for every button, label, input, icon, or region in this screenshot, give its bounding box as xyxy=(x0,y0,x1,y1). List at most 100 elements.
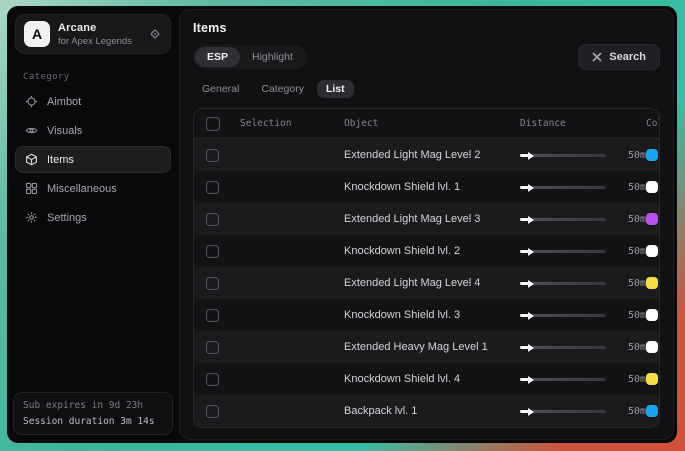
table-body: Extended Light Mag Level 2 50m Knockdown… xyxy=(194,139,659,427)
color-swatch[interactable] xyxy=(646,277,658,289)
slider-thumb[interactable] xyxy=(528,344,534,352)
distance-slider[interactable] xyxy=(520,154,606,157)
column-color: Color xyxy=(646,118,660,129)
mode-tab-esp[interactable]: ESP xyxy=(195,47,240,67)
row-distance-value: 50m xyxy=(612,278,646,289)
crosshair-icon xyxy=(25,95,38,108)
distance-slider[interactable] xyxy=(520,250,606,253)
blocks-icon xyxy=(25,182,38,195)
row-object-label: Knockdown Shield lvl. 2 xyxy=(344,245,520,257)
slider-thumb[interactable] xyxy=(528,152,534,160)
page-title: Items xyxy=(193,21,660,35)
slider-thumb[interactable] xyxy=(528,216,534,224)
slider-thumb[interactable] xyxy=(528,376,534,384)
distance-slider[interactable] xyxy=(520,410,606,413)
color-swatch[interactable] xyxy=(646,213,658,225)
color-swatch[interactable] xyxy=(646,341,658,353)
row-object-label: Knockdown Shield lvl. 1 xyxy=(344,181,520,193)
distance-slider[interactable] xyxy=(520,346,606,349)
search-button-label: Search xyxy=(609,51,646,63)
table-row: Knockdown Shield lvl. 3 50m xyxy=(194,299,659,331)
color-swatch[interactable] xyxy=(646,181,658,193)
row-distance-value: 50m xyxy=(612,342,646,353)
distance-slider[interactable] xyxy=(520,218,606,221)
row-object-label: Knockdown Shield lvl. 4 xyxy=(344,373,520,385)
row-object-label: Extended Light Mag Level 2 xyxy=(344,149,520,161)
slider-thumb[interactable] xyxy=(528,408,534,416)
table-header-row: Selection Object Distance Color xyxy=(194,109,659,139)
row-distance-value: 50m xyxy=(612,406,646,417)
sidebar-item-label: Miscellaneous xyxy=(47,183,117,195)
row-checkbox[interactable] xyxy=(206,373,219,386)
app-window: A Arcane for Apex Legends Category Aimbo… xyxy=(7,6,677,443)
color-swatch[interactable] xyxy=(646,373,658,385)
table-row: Backpack lvl. 1 50m xyxy=(194,395,659,427)
sidebar-item-label: Settings xyxy=(47,212,87,224)
row-checkbox[interactable] xyxy=(206,245,219,258)
row-distance-value: 50m xyxy=(612,374,646,385)
row-checkbox[interactable] xyxy=(206,213,219,226)
mode-segment: ESPHighlight xyxy=(193,45,307,69)
row-checkbox[interactable] xyxy=(206,341,219,354)
main-panel: Items ESPHighlight Search GeneralCategor… xyxy=(179,9,674,440)
row-checkbox[interactable] xyxy=(206,309,219,322)
row-checkbox[interactable] xyxy=(206,277,219,290)
sidebar-item-label: Visuals xyxy=(47,125,82,137)
slider-thumb[interactable] xyxy=(528,280,534,288)
row-checkbox[interactable] xyxy=(206,149,219,162)
color-swatch[interactable] xyxy=(646,405,658,417)
distance-slider[interactable] xyxy=(520,186,606,189)
distance-slider[interactable] xyxy=(520,378,606,381)
column-object: Object xyxy=(344,118,520,129)
row-distance-value: 50m xyxy=(612,182,646,193)
distance-slider[interactable] xyxy=(520,314,606,317)
sidebar-item-label: Items xyxy=(47,154,74,166)
sidebar-item-label: Aimbot xyxy=(47,96,81,108)
view-tab-general[interactable]: General xyxy=(193,80,248,98)
view-tabs: GeneralCategoryList xyxy=(193,80,660,98)
session-duration-text: Session duration 3m 14s xyxy=(23,416,163,427)
sidebar-item-items[interactable]: Items xyxy=(15,146,171,173)
row-checkbox[interactable] xyxy=(206,405,219,418)
column-selection: Selection xyxy=(240,118,344,129)
row-distance-value: 50m xyxy=(612,310,646,321)
color-swatch[interactable] xyxy=(646,149,658,161)
mode-row: ESPHighlight Search xyxy=(193,44,660,70)
sidebar-item-visuals[interactable]: Visuals xyxy=(15,117,171,144)
row-object-label: Extended Heavy Mag Level 1 xyxy=(344,341,520,353)
table-row: Extended Light Mag Level 2 50m xyxy=(194,139,659,171)
sidebar-item-aimbot[interactable]: Aimbot xyxy=(15,88,171,115)
slider-thumb[interactable] xyxy=(528,312,534,320)
x-icon xyxy=(592,52,602,62)
subscription-box: Sub expires in 9d 23h Session duration 3… xyxy=(13,392,173,435)
view-tab-category[interactable]: Category xyxy=(252,80,313,98)
sidebar: A Arcane for Apex Legends Category Aimbo… xyxy=(7,6,179,443)
app-logo: A xyxy=(24,21,50,47)
app-meta: Arcane for Apex Legends xyxy=(58,22,140,47)
row-object-label: Extended Light Mag Level 3 xyxy=(344,213,520,225)
table-row: Extended Light Mag Level 3 50m xyxy=(194,203,659,235)
row-object-label: Knockdown Shield lvl. 3 xyxy=(344,309,520,321)
sub-expiry-text: Sub expires in 9d 23h xyxy=(23,400,163,411)
search-button[interactable]: Search xyxy=(578,44,660,70)
table-row: Knockdown Shield lvl. 1 50m xyxy=(194,171,659,203)
slider-thumb[interactable] xyxy=(528,184,534,192)
table-row: Knockdown Shield lvl. 2 50m xyxy=(194,235,659,267)
color-swatch[interactable] xyxy=(646,309,658,321)
select-all-checkbox[interactable] xyxy=(206,117,220,131)
color-swatch[interactable] xyxy=(646,245,658,257)
distance-slider[interactable] xyxy=(520,282,606,285)
row-distance-value: 50m xyxy=(612,246,646,257)
diamond-icon[interactable] xyxy=(148,27,162,41)
slider-thumb[interactable] xyxy=(528,248,534,256)
row-distance-value: 50m xyxy=(612,214,646,225)
view-tab-list[interactable]: List xyxy=(317,80,354,98)
app-header-card: A Arcane for Apex Legends xyxy=(15,14,171,54)
row-checkbox[interactable] xyxy=(206,181,219,194)
mode-tab-highlight[interactable]: Highlight xyxy=(240,47,305,67)
sidebar-section-label: Category xyxy=(23,72,173,82)
app-name: Arcane xyxy=(58,22,140,34)
sidebar-item-miscellaneous[interactable]: Miscellaneous xyxy=(15,175,171,202)
sidebar-item-settings[interactable]: Settings xyxy=(15,204,171,231)
column-distance: Distance xyxy=(520,118,612,129)
